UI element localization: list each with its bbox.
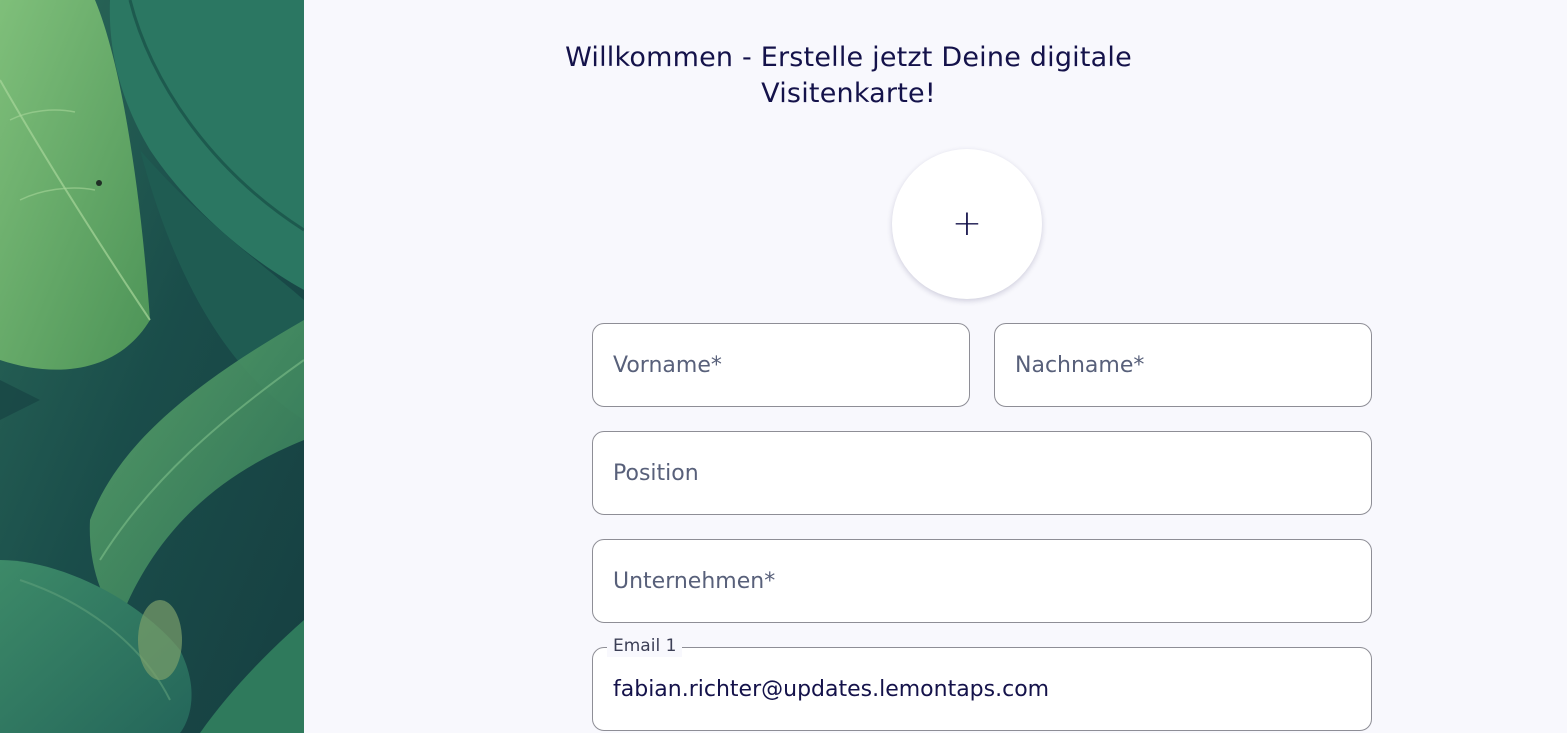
- plus-icon: +: [951, 203, 983, 244]
- email1-field[interactable]: Email 1: [592, 635, 1372, 731]
- company-input[interactable]: [613, 540, 1351, 622]
- page-title-text: Willkommen - Erstelle jetzt Deine digita…: [565, 42, 1132, 109]
- position-input[interactable]: [613, 432, 1351, 514]
- page-title: Willkommen - Erstelle jetzt Deine digita…: [0, 40, 1357, 112]
- signup-page: Willkommen - Erstelle jetzt Deine digita…: [0, 0, 1567, 733]
- company-field[interactable]: [592, 539, 1372, 623]
- avatar-upload-button[interactable]: +: [892, 149, 1042, 299]
- last-name-input[interactable]: [1015, 324, 1351, 406]
- form-panel: Willkommen - Erstelle jetzt Deine digita…: [304, 0, 1567, 733]
- position-field[interactable]: [592, 431, 1372, 515]
- email1-input[interactable]: [613, 648, 1351, 730]
- first-name-input[interactable]: [613, 324, 949, 406]
- last-name-field[interactable]: [994, 323, 1372, 407]
- first-name-field[interactable]: [592, 323, 970, 407]
